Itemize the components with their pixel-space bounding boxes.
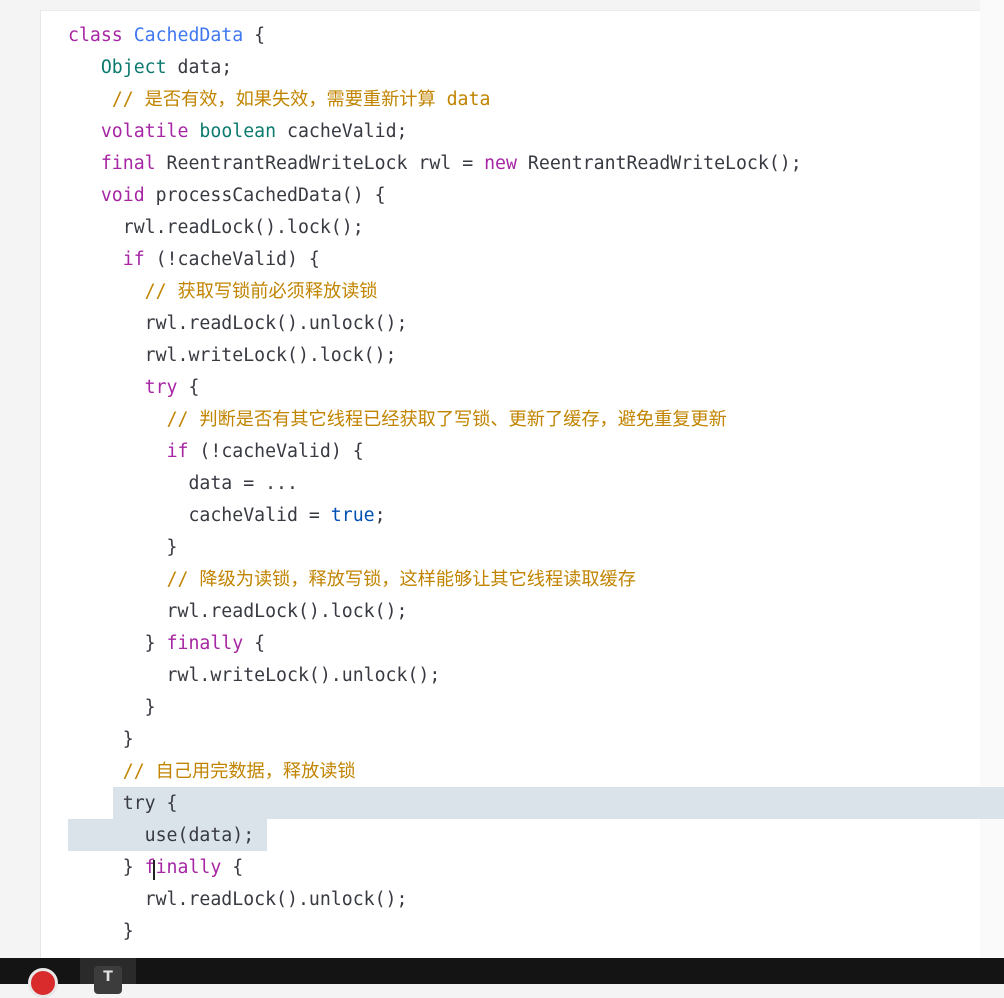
code-token: { bbox=[221, 857, 244, 878]
code-line[interactable]: data = ... bbox=[68, 468, 802, 500]
code-line[interactable]: class CachedData { bbox=[68, 20, 802, 52]
code-token: class bbox=[68, 25, 134, 46]
code-token: if bbox=[166, 441, 189, 462]
code-token: } bbox=[68, 729, 134, 750]
code-line[interactable]: rwl.readLock().unlock(); bbox=[68, 884, 802, 916]
code-line[interactable]: } bbox=[68, 916, 802, 948]
code-line[interactable]: volatile boolean cacheValid; bbox=[68, 116, 802, 148]
code-line[interactable]: rwl.writeLock().unlock(); bbox=[68, 660, 802, 692]
code-comment: // 是否有效，如果失效，需要重新计算 data bbox=[111, 89, 491, 110]
code-line[interactable]: void processCachedData() { bbox=[68, 180, 802, 212]
taskbar: T bbox=[0, 958, 1004, 998]
code-token: rwl.readLock().lock(); bbox=[68, 601, 408, 622]
code-line[interactable]: if (!cacheValid) { bbox=[68, 244, 802, 276]
code-token: final bbox=[100, 153, 156, 174]
code-line[interactable]: use(data); bbox=[68, 820, 802, 852]
code-token: void bbox=[100, 185, 145, 206]
code-token: try bbox=[144, 377, 178, 398]
code-token: rwl.writeLock().lock(); bbox=[68, 345, 397, 366]
code-token: (!cacheValid) { bbox=[144, 249, 320, 270]
code-token: data; bbox=[166, 57, 233, 78]
code-token: } bbox=[68, 633, 167, 654]
code-comment: // 获取写锁前必须释放读锁 bbox=[144, 281, 378, 302]
code-line[interactable]: } finally { bbox=[68, 852, 802, 884]
code-line[interactable]: } bbox=[68, 724, 802, 756]
code-line[interactable]: try { bbox=[68, 788, 802, 820]
code-token: } bbox=[68, 921, 134, 942]
code-line[interactable]: } bbox=[68, 692, 802, 724]
code-token: { bbox=[177, 377, 200, 398]
code-line[interactable]: // 获取写锁前必须释放读锁 bbox=[68, 276, 802, 308]
typora-app-icon[interactable]: T bbox=[94, 966, 122, 994]
code-line[interactable]: rwl.writeLock().lock(); bbox=[68, 340, 802, 372]
code-line[interactable]: rwl.readLock().lock(); bbox=[68, 596, 802, 628]
code-token: rwl.writeLock().unlock(); bbox=[68, 665, 441, 686]
code-block[interactable]: class CachedData { Object data; // 是否有效，… bbox=[68, 20, 802, 948]
code-line[interactable]: cacheValid = true; bbox=[68, 500, 802, 532]
code-token: ; bbox=[374, 505, 386, 526]
code-token: } bbox=[68, 697, 156, 718]
code-line[interactable]: Object data; bbox=[68, 52, 802, 84]
code-token: rwl.readLock().unlock(); bbox=[68, 889, 408, 910]
code-token: processCachedData() { bbox=[144, 185, 386, 206]
code-token: data = ... bbox=[68, 473, 298, 494]
code-token: rwl.readLock().unlock(); bbox=[68, 313, 408, 334]
code-line[interactable]: // 判断是否有其它线程已经获取了写锁、更新了缓存，避免重复更新 bbox=[68, 404, 802, 436]
code-line[interactable]: try { bbox=[68, 372, 802, 404]
code-token: CachedData bbox=[133, 25, 244, 46]
code-token: ReentrantReadWriteLock(); bbox=[516, 153, 802, 174]
code-comment: // 降级为读锁，释放写锁，这样能够让其它线程读取缓存 bbox=[166, 569, 636, 590]
code-token: ReentrantReadWriteLock rwl = bbox=[155, 153, 485, 174]
code-line[interactable]: // 自己用完数据，释放读锁 bbox=[68, 756, 802, 788]
code-line[interactable]: final ReentrantReadWriteLock rwl = new R… bbox=[68, 148, 802, 180]
code-line[interactable]: rwl.readLock().unlock(); bbox=[68, 308, 802, 340]
code-token: finally bbox=[144, 857, 222, 878]
code-comment: // 自己用完数据，释放读锁 bbox=[122, 761, 356, 782]
code-token: new bbox=[484, 153, 517, 174]
code-token: rwl.readLock().lock(); bbox=[68, 217, 364, 238]
text-cursor bbox=[153, 860, 155, 880]
code-comment: // 判断是否有其它线程已经获取了写锁、更新了缓存，避免重复更新 bbox=[166, 409, 727, 430]
code-token: use(data); bbox=[68, 825, 255, 846]
code-token: } bbox=[68, 537, 178, 558]
code-token: (!cacheValid) { bbox=[188, 441, 364, 462]
code-token: } bbox=[68, 857, 145, 878]
code-token: finally bbox=[166, 633, 244, 654]
code-token: if bbox=[122, 249, 145, 270]
code-line[interactable]: if (!cacheValid) { bbox=[68, 436, 802, 468]
code-token: volatile bbox=[100, 121, 189, 142]
code-token: Object bbox=[100, 57, 167, 78]
code-line[interactable]: // 降级为读锁，释放写锁，这样能够让其它线程读取缓存 bbox=[68, 564, 802, 596]
code-token: { bbox=[243, 633, 266, 654]
code-token: { bbox=[243, 25, 266, 46]
code-token: cacheValid = bbox=[68, 505, 331, 526]
code-token: boolean bbox=[199, 121, 277, 142]
code-line[interactable]: rwl.readLock().lock(); bbox=[68, 212, 802, 244]
code-token: try { bbox=[68, 793, 178, 814]
record-icon[interactable] bbox=[28, 968, 58, 998]
code-line[interactable]: } finally { bbox=[68, 628, 802, 660]
code-line[interactable]: } bbox=[68, 532, 802, 564]
code-line[interactable]: // 是否有效，如果失效，需要重新计算 data bbox=[68, 84, 802, 116]
code-token: cacheValid; bbox=[276, 121, 408, 142]
code-token: true bbox=[330, 505, 375, 526]
